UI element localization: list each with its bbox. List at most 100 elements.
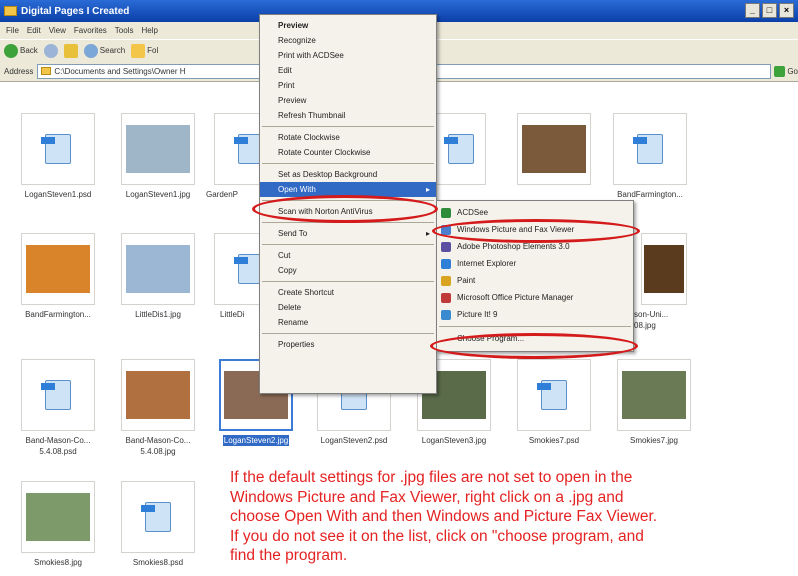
file-item[interactable]: BandFarmington... (600, 113, 700, 200)
file-item[interactable]: LittleDis1.jpg (108, 233, 208, 320)
menu-separator (439, 326, 631, 327)
file-item[interactable] (436, 113, 486, 185)
open-with-item-microsoft-office-picture-manager[interactable]: Microsoft Office Picture Manager (437, 289, 633, 306)
address-value: C:\Documents and Settings\Owner H (54, 66, 186, 76)
file-photo (126, 125, 190, 173)
menu-view[interactable]: View (49, 26, 66, 35)
window-title: Digital Pages I Created (21, 5, 130, 17)
menu-help[interactable]: Help (141, 26, 157, 35)
internet-explorer-icon (441, 259, 451, 269)
file-item[interactable]: Band-Mason-Co... 5.4.08.jpg (108, 359, 208, 457)
go-button[interactable]: Go (774, 65, 798, 77)
folders-button[interactable]: Fol (131, 43, 158, 58)
file-photo (622, 371, 686, 419)
image-thumbnail (121, 113, 195, 185)
open-with-item-picture-it-9[interactable]: Picture It! 9 (437, 306, 633, 323)
instruction-line: Windows Picture and Fax Viewer, right cl… (230, 488, 624, 506)
open-with-item-paint[interactable]: Paint (437, 272, 633, 289)
back-arrow-icon (4, 43, 18, 58)
menu-edit[interactable]: Edit (27, 26, 41, 35)
context-menu-item-print[interactable]: Print (260, 78, 436, 93)
context-menu-item-refresh-thumbnail[interactable]: Refresh Thumbnail (260, 108, 436, 123)
file-item[interactable] (504, 113, 604, 185)
file-item[interactable]: GardenP (206, 113, 266, 200)
folder-icon (4, 6, 17, 16)
context-menu: Preview Recognize Print with ACDSee Edit Pri… (259, 14, 437, 394)
go-arrow-icon (774, 65, 786, 77)
image-thumbnail (641, 233, 687, 305)
file-item[interactable]: Smokies7.jpg (604, 359, 704, 446)
up-folder-icon[interactable] (63, 43, 78, 58)
photoshop-elements-icon (441, 242, 451, 252)
menu-separator (262, 222, 434, 223)
open-with-item-windows-picture-and-fax-viewer[interactable]: Windows Picture and Fax Viewer (437, 221, 633, 238)
image-thumbnail (121, 233, 195, 305)
context-menu-item-copy[interactable]: Copy (260, 263, 436, 278)
submenu-arrow-icon: ▸ (425, 229, 430, 238)
context-menu-item-properties[interactable]: Properties (260, 337, 436, 352)
context-menu-item-preview[interactable]: Preview (260, 93, 436, 108)
context-menu-item-delete[interactable]: Delete (260, 300, 436, 315)
context-menu-item-rotate-clockwise[interactable]: Rotate Clockwise (260, 130, 436, 145)
file-photo (26, 245, 90, 293)
context-menu-item-create-shortcut[interactable]: Create Shortcut (260, 285, 436, 300)
file-photo (26, 493, 90, 541)
context-menu-item-preview[interactable]: Preview (260, 18, 436, 33)
window-controls: _ □ × (745, 3, 794, 18)
open-with-item-adobe-photoshop-elements-3-0[interactable]: Adobe Photoshop Elements 3.0 (437, 238, 633, 255)
file-photo (126, 245, 190, 293)
file-item[interactable]: BandFarmington... (8, 233, 108, 320)
open-with-submenu: ACDSee Windows Picture and Fax Viewer Adob… (436, 200, 634, 352)
image-thumbnail (21, 481, 95, 553)
file-item[interactable]: Smokies8.jpg (8, 481, 108, 568)
open-with-item-acdsee[interactable]: ACDSee (437, 204, 633, 221)
file-item[interactable]: LoganSteven1.psd (8, 113, 108, 200)
context-menu-item-open-with[interactable]: Open With ▸ (260, 182, 436, 197)
file-item[interactable]: Smokies8.psd (108, 481, 208, 568)
open-with-item-choose-program[interactable]: Choose Program... (437, 330, 633, 347)
context-menu-item-edit[interactable]: Edit (260, 63, 436, 78)
psd-file-icon (517, 359, 591, 431)
picture-it-icon (441, 310, 451, 320)
image-thumbnail (121, 359, 195, 431)
instruction-text: If the default settings for .jpg files a… (230, 468, 790, 566)
file-item[interactable]: LoganSteven1.jpg (108, 113, 208, 200)
file-item[interactable]: Band-Mason-Co... 5.4.08.psd (8, 359, 108, 457)
menu-separator (262, 244, 434, 245)
context-menu-item-send-to[interactable]: Send To ▸ (260, 226, 436, 241)
menu-tools[interactable]: Tools (115, 26, 134, 35)
context-menu-item-cut[interactable]: Cut (260, 248, 436, 263)
search-button[interactable]: Search (83, 43, 125, 58)
psd-file-icon (21, 113, 95, 185)
picture-viewer-icon (441, 225, 451, 235)
close-button[interactable]: × (779, 3, 794, 18)
forward-arrow-icon[interactable] (43, 43, 58, 58)
context-menu-item-print-with-acdsee[interactable]: Print with ACDSee (260, 48, 436, 63)
file-photo (522, 125, 586, 173)
instruction-line: find the program. (230, 547, 348, 564)
menu-separator (262, 281, 434, 282)
context-menu-item-rename[interactable]: Rename (260, 315, 436, 330)
file-item[interactable]: son-Uni... 08.jpg (634, 233, 694, 331)
context-menu-item-recognize[interactable]: Recognize (260, 33, 436, 48)
context-menu-item-rotate-counter-clockwise[interactable]: Rotate Counter Clockwise (260, 145, 436, 160)
file-item[interactable]: Smokies7.psd (504, 359, 604, 446)
context-menu-item-set-as-desktop-background[interactable]: Set as Desktop Background (260, 167, 436, 182)
menu-file[interactable]: File (6, 26, 19, 35)
folder-icon (41, 67, 52, 75)
image-thumbnail (617, 359, 691, 431)
maximize-button[interactable]: □ (762, 3, 777, 18)
psd-file-icon (21, 359, 95, 431)
minimize-button[interactable]: _ (745, 3, 760, 18)
instruction-line: If the default settings for .jpg files a… (230, 469, 633, 486)
submenu-arrow-icon: ▸ (425, 185, 430, 194)
psd-file-icon (121, 481, 195, 553)
instruction-line: choose Open With and then Windows and Pi… (230, 508, 658, 525)
menu-favorites[interactable]: Favorites (74, 26, 107, 35)
paint-icon (441, 276, 451, 286)
back-button[interactable]: Back (4, 43, 38, 58)
context-menu-item-scan-with-norton-antivirus[interactable]: Scan with Norton AntiVirus (260, 204, 436, 219)
file-item[interactable]: LittleDi (206, 233, 266, 320)
open-with-item-internet-explorer[interactable]: Internet Explorer (437, 255, 633, 272)
menu-separator (262, 333, 434, 334)
